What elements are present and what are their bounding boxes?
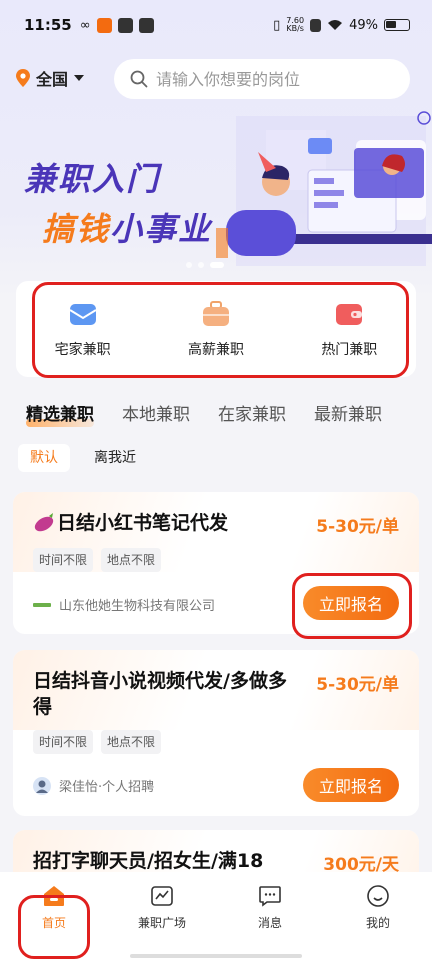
location-pin-icon	[16, 69, 30, 87]
job-card[interactable]: 日结抖音小说视频代发/多做多得 5-30元/单 时间不限 地点不限 梁佳怡·个人…	[13, 650, 419, 816]
banner-headline: 兼职入门	[24, 160, 161, 198]
banner-illustration	[216, 111, 432, 266]
job-category-tabs: 精选兼职 本地兼职 在家兼职 最新兼职	[26, 400, 382, 427]
job-tags: 时间不限 地点不限	[33, 548, 162, 572]
job-salary: 5-30元/单	[316, 675, 399, 695]
tab-latest[interactable]: 最新兼职	[314, 400, 382, 425]
tab-local[interactable]: 本地兼职	[122, 400, 190, 425]
location-label: 全国	[36, 70, 69, 89]
battery-icon	[384, 19, 410, 31]
location-selector[interactable]: 全国	[16, 66, 85, 90]
highlight-box-quick-links	[32, 282, 409, 378]
app-notification-icon	[96, 17, 112, 33]
status-bar: 11:55 ∞ ▯ 7.60 KB/s 49%	[0, 0, 432, 50]
job-tag: 时间不限	[33, 548, 94, 572]
job-company: 山东他她生物科技有限公司	[33, 595, 215, 614]
job-title: 招打字聊天员/招女生/满18	[33, 850, 264, 872]
pagination-dot	[186, 262, 192, 268]
company-name: 山东他她生物科技有限公司	[59, 599, 216, 614]
job-tag: 时间不限	[33, 730, 94, 754]
filter-nearby[interactable]: 离我近	[82, 444, 148, 472]
job-title: 日结抖音小说视频代发/多做多得	[33, 670, 287, 718]
caret-down-icon	[74, 75, 85, 81]
promo-banner[interactable]: 兼职入门 搞钱小事业	[0, 110, 432, 275]
app-notification-icon: ∞	[79, 17, 91, 33]
nav-label: 消息	[257, 916, 282, 930]
wifi-icon	[328, 20, 343, 30]
sweet-potato-icon	[34, 513, 54, 532]
job-title: 日结小红书笔记代发	[57, 512, 229, 534]
banner-subheadline-highlight: 搞钱	[42, 210, 111, 248]
vibrate-icon: ▯	[273, 17, 281, 33]
pagination-dot	[198, 262, 204, 268]
search-input[interactable]	[156, 69, 396, 89]
search-bar[interactable]	[114, 59, 410, 99]
job-tag: 地点不限	[101, 730, 162, 754]
battery-percent: 49%	[349, 17, 378, 33]
job-salary: 5-30元/单	[316, 517, 399, 537]
sim-icon	[310, 18, 322, 32]
message-icon	[259, 886, 281, 907]
nav-profile[interactable]: 我的	[333, 884, 423, 964]
job-company: 梁佳怡·个人招聘	[33, 776, 154, 795]
home-indicator[interactable]	[130, 954, 302, 958]
pagination-dot-active	[210, 262, 224, 268]
tab-remote[interactable]: 在家兼职	[218, 400, 286, 425]
network-speed: 7.60 KB/s	[286, 17, 304, 33]
filter-default[interactable]: 默认	[18, 444, 70, 472]
sort-filters: 默认 离我近	[18, 444, 148, 472]
job-tag: 地点不限	[101, 548, 162, 572]
nav-label: 兼职广场	[137, 916, 186, 930]
company-logo-icon	[33, 602, 51, 607]
nav-label: 我的	[365, 916, 390, 930]
highlight-box-home-nav	[18, 895, 90, 959]
company-name: 梁佳怡·个人招聘	[59, 780, 155, 795]
play-notification-icon	[138, 17, 154, 33]
status-time: 11:55	[24, 16, 72, 34]
banner-pagination	[186, 262, 224, 268]
network-speed-unit: KB/s	[286, 24, 304, 33]
chart-icon	[151, 886, 173, 906]
highlight-box-apply-button	[292, 573, 412, 639]
search-icon	[130, 70, 148, 88]
nav-job-square[interactable]: 兼职广场	[117, 884, 207, 964]
banner-subheadline: 搞钱小事业	[42, 204, 212, 250]
profile-icon	[367, 885, 389, 907]
tab-featured[interactable]: 精选兼职	[26, 400, 94, 427]
nav-messages[interactable]: 消息	[225, 884, 315, 964]
mail-notification-icon	[117, 17, 133, 33]
job-tags: 时间不限 地点不限	[33, 730, 162, 754]
avatar	[33, 776, 51, 795]
apply-button[interactable]: 立即报名	[303, 768, 399, 802]
